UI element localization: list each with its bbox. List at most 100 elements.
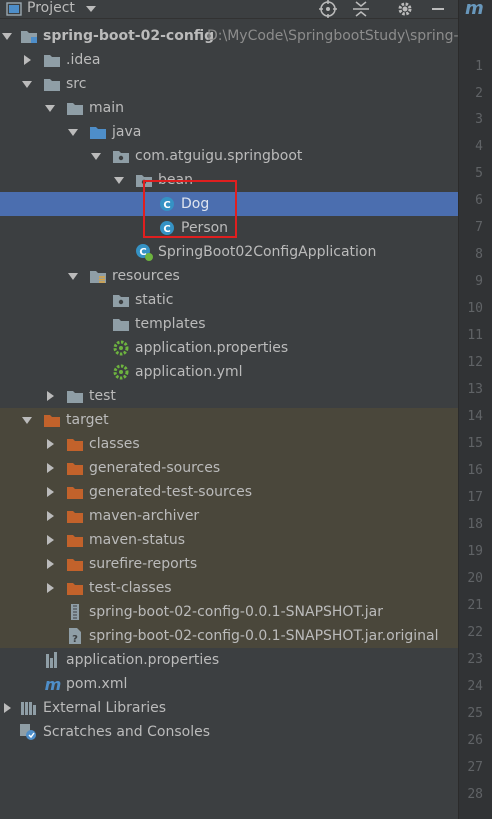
folder-icon: [112, 291, 130, 309]
tree-row-pom-xml[interactable]: m pom.xml: [0, 672, 458, 696]
tree-row-snapshot-jar[interactable]: spring-boot-02-config-0.0.1-SNAPSHOT.jar: [0, 600, 458, 624]
tree-row-test[interactable]: test: [0, 384, 458, 408]
tree-row-resources[interactable]: resources: [0, 264, 458, 288]
tree-label: spring-boot-02-config-0.0.1-SNAPSHOT.jar…: [89, 628, 439, 644]
tree-row-maven-archiver[interactable]: maven-archiver: [0, 504, 458, 528]
tree-row-application-yml[interactable]: application.yml: [0, 360, 458, 384]
collapsed-arrow-icon[interactable]: [43, 437, 57, 451]
tree-row-src[interactable]: src: [0, 72, 458, 96]
tree-row-snapshot-jar-original[interactable]: ? spring-boot-02-config-0.0.1-SNAPSHOT.j…: [0, 624, 458, 648]
tree-label: spring-boot-02-config: [43, 28, 215, 44]
project-tree: spring-boot-02-config D:\MyCode\Springbo…: [0, 18, 459, 819]
tree-row-root-application-properties[interactable]: application.properties: [0, 648, 458, 672]
expanded-arrow-icon[interactable]: [89, 149, 103, 163]
tree-row-idea[interactable]: .idea: [0, 48, 458, 72]
collapsed-arrow-icon[interactable]: [43, 485, 57, 499]
expanded-arrow-icon[interactable]: [66, 125, 80, 139]
project-view-title[interactable]: Project: [27, 0, 75, 16]
tree-row-java[interactable]: java: [0, 120, 458, 144]
expanded-arrow-icon[interactable]: [66, 269, 80, 283]
minimize-icon[interactable]: [430, 0, 446, 18]
line-number: 19: [467, 544, 483, 559]
tree-row-generated-sources[interactable]: generated-sources: [0, 456, 458, 480]
maven-icon: m: [43, 675, 61, 693]
expanded-arrow-icon[interactable]: [20, 77, 34, 91]
tree-label: java: [112, 124, 142, 140]
tree-row-maven-status[interactable]: maven-status: [0, 528, 458, 552]
line-number: 9: [475, 274, 483, 289]
tree-row-application-properties[interactable]: application.properties: [0, 336, 458, 360]
expanded-arrow-icon[interactable]: [20, 413, 34, 427]
folder-icon: [66, 99, 84, 117]
tree-label: main: [89, 100, 124, 116]
tree-row-main[interactable]: main: [0, 96, 458, 120]
line-number: 28: [467, 787, 483, 802]
tree-row-generated-test-sources[interactable]: generated-test-sources: [0, 480, 458, 504]
tree-row-test-classes[interactable]: test-classes: [0, 576, 458, 600]
line-number: 10: [467, 301, 483, 316]
collapsed-arrow-icon[interactable]: [43, 509, 57, 523]
project-window-icon: [6, 0, 22, 18]
line-number: 11: [467, 328, 483, 343]
line-number: 16: [467, 463, 483, 478]
expanded-arrow-icon[interactable]: [43, 101, 57, 115]
package-icon: [112, 147, 130, 165]
collapse-all-icon[interactable]: [352, 0, 370, 18]
line-number: 26: [467, 733, 483, 748]
editor-gutter: m 1 2 3 4 5 6 7 8 9 10 11 12 13 14 15 16…: [458, 0, 492, 819]
chevron-down-icon[interactable]: [85, 0, 97, 18]
tree-label: application.properties: [66, 652, 220, 668]
line-number: 27: [467, 760, 483, 775]
line-number: 18: [467, 517, 483, 532]
tree-label: generated-sources: [89, 460, 221, 476]
collapsed-arrow-icon[interactable]: [0, 701, 14, 715]
gear-icon[interactable]: [396, 0, 414, 18]
line-number: 13: [467, 382, 483, 397]
excluded-folder-icon: [66, 531, 84, 549]
tree-label: maven-archiver: [89, 508, 200, 524]
tree-label: External Libraries: [43, 700, 166, 716]
locate-icon[interactable]: [318, 0, 338, 18]
collapsed-arrow-icon[interactable]: [20, 53, 34, 67]
tree-row-classes[interactable]: classes: [0, 432, 458, 456]
source-folder-icon: [89, 123, 107, 141]
scratches-icon: [18, 723, 36, 741]
tree-row-application-class[interactable]: C SpringBoot02ConfigApplication: [0, 240, 458, 264]
line-number: 15: [467, 436, 483, 451]
jar-icon: [66, 603, 84, 621]
expanded-arrow-icon[interactable]: [0, 29, 14, 43]
tree-row-surefire-reports[interactable]: surefire-reports: [0, 552, 458, 576]
spring-boot-class-icon: C: [135, 243, 153, 261]
collapsed-arrow-icon[interactable]: [43, 461, 57, 475]
expanded-arrow-icon[interactable]: [112, 173, 126, 187]
tree-row-scratches-and-consoles[interactable]: Scratches and Consoles: [0, 720, 458, 744]
tree-label: spring-boot-02-config-0.0.1-SNAPSHOT.jar: [89, 604, 384, 620]
line-number: 4: [475, 139, 483, 154]
maven-tab-icon[interactable]: m: [465, 0, 484, 19]
excluded-folder-icon: [43, 411, 61, 429]
tree-row-static[interactable]: static: [0, 288, 458, 312]
collapsed-arrow-icon[interactable]: [43, 581, 57, 595]
tree-label: test: [89, 388, 116, 404]
collapsed-arrow-icon[interactable]: [43, 533, 57, 547]
collapsed-arrow-icon[interactable]: [43, 389, 57, 403]
svg-text:?: ?: [72, 634, 78, 645]
folder-icon: [112, 315, 130, 333]
line-number: 17: [467, 490, 483, 505]
tree-row-package[interactable]: com.atguigu.springboot: [0, 144, 458, 168]
collapsed-arrow-icon[interactable]: [43, 557, 57, 571]
line-number: 24: [467, 679, 483, 694]
line-number: 3: [475, 112, 483, 127]
project-path: D:\MyCode\SpringbootStudy\spring-: [207, 28, 459, 44]
tree-row-target[interactable]: target: [0, 408, 458, 432]
tree-label: application.yml: [135, 364, 243, 380]
tree-label: test-classes: [89, 580, 172, 596]
excluded-folder-icon: [66, 435, 84, 453]
line-number: 23: [467, 652, 483, 667]
tree-row-external-libraries[interactable]: External Libraries: [0, 696, 458, 720]
svg-text:m: m: [45, 675, 61, 693]
spring-config-icon: [112, 339, 130, 357]
tree-row-templates[interactable]: templates: [0, 312, 458, 336]
excluded-folder-icon: [66, 507, 84, 525]
tree-row-project-root[interactable]: spring-boot-02-config D:\MyCode\Springbo…: [0, 24, 459, 48]
